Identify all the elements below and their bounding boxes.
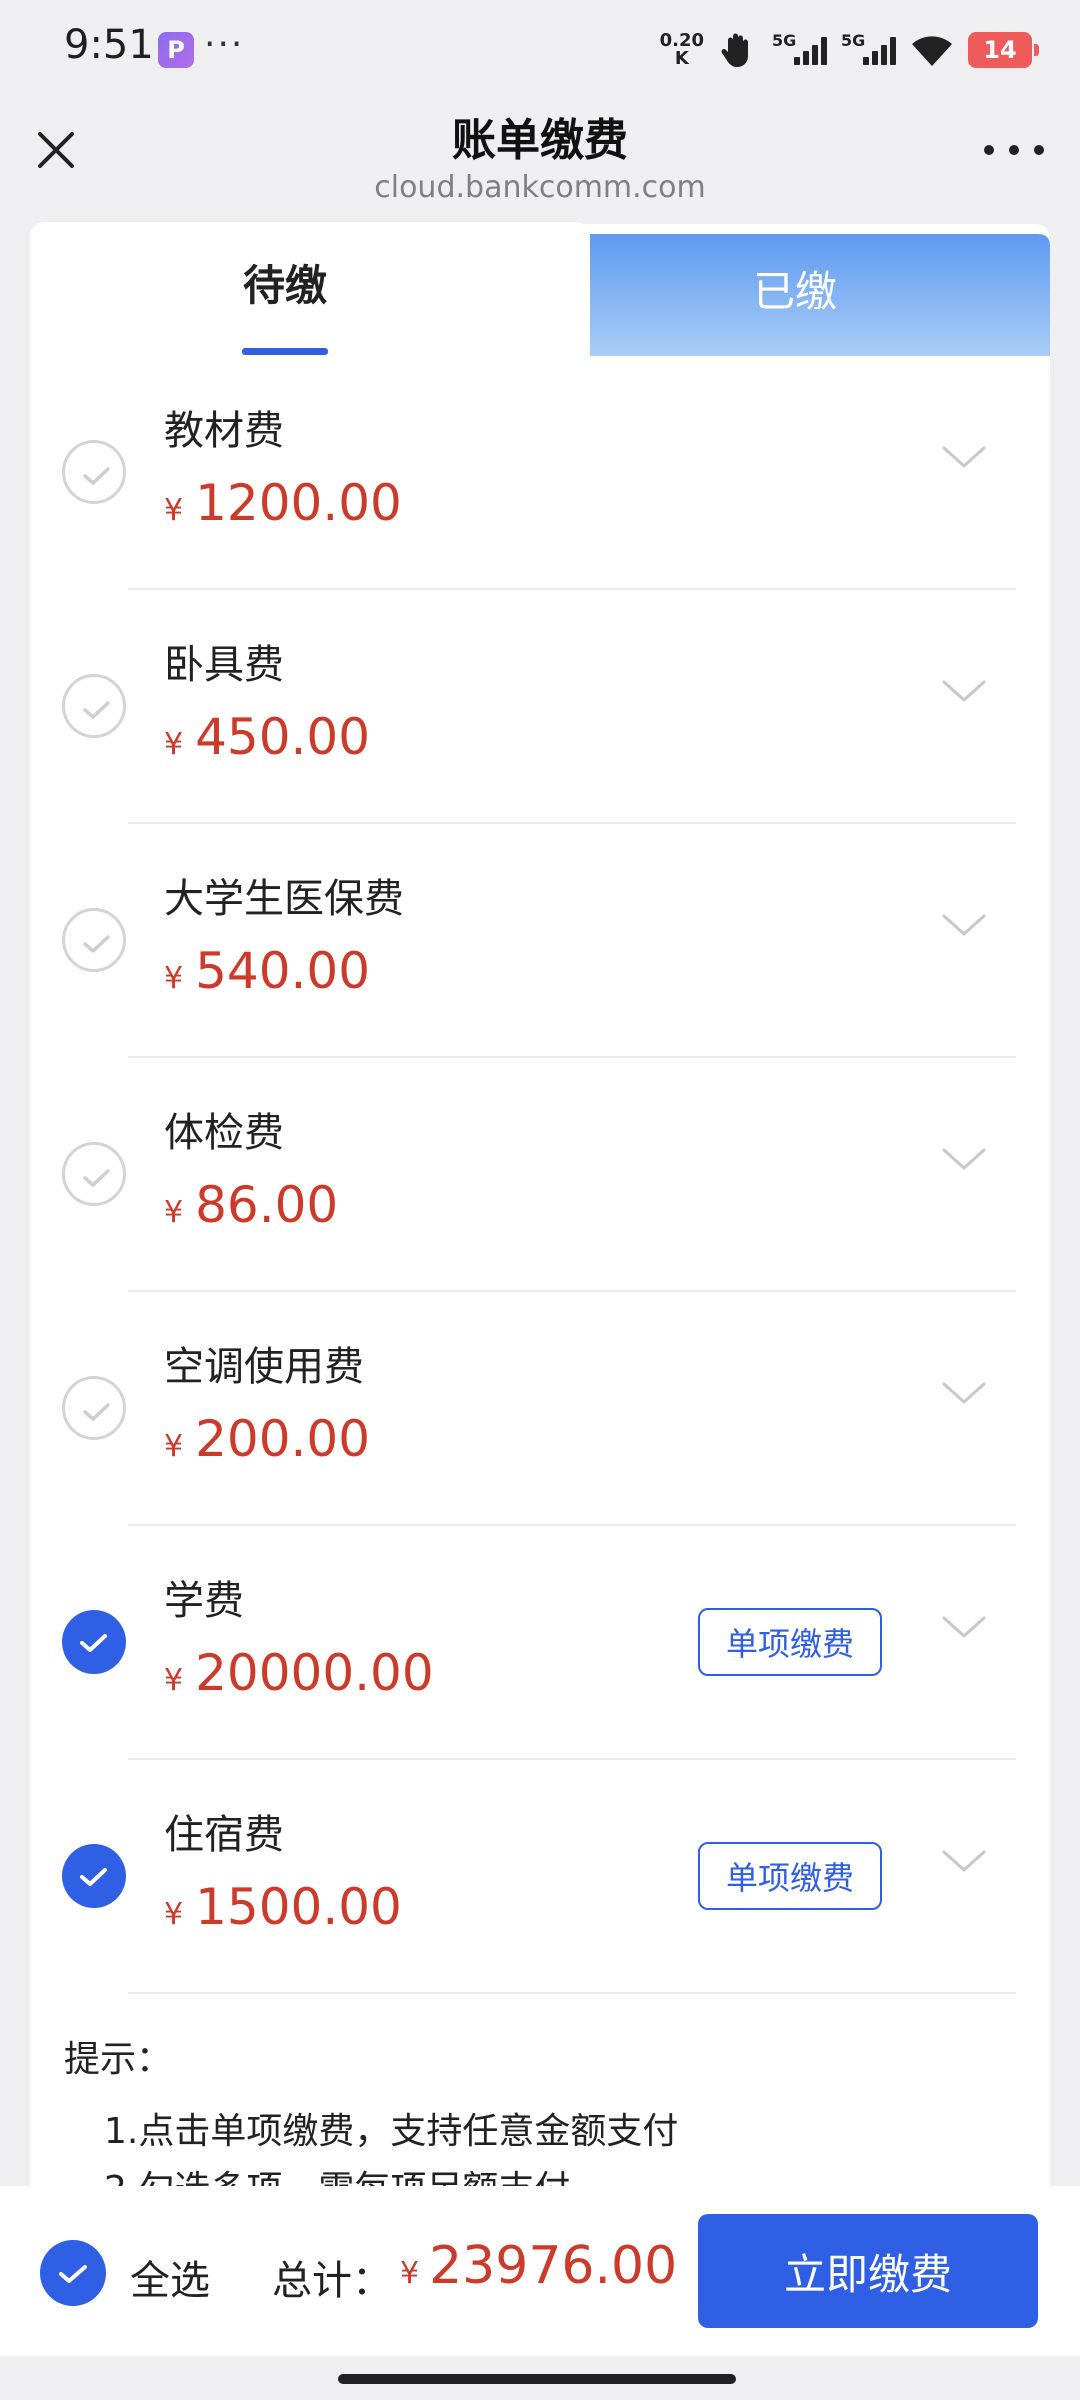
page-title: 账单缴费: [452, 115, 628, 166]
item-checkbox[interactable]: [62, 1844, 126, 1908]
tips-line-1: 1.点击单项缴费，支持任意金额支付: [104, 2111, 679, 2152]
network-speed: 0.20 K: [659, 30, 704, 69]
chevron-down-icon[interactable]: [938, 674, 990, 710]
item-amount: ¥450.00: [164, 708, 371, 766]
item-name: 大学生医保费: [164, 876, 404, 922]
more-notifications-icon: ···: [204, 24, 245, 65]
item-name: 卧具费: [164, 642, 284, 688]
list-item[interactable]: 空调使用费 ¥200.00: [30, 1292, 1050, 1526]
item-name: 住宿费: [164, 1812, 284, 1858]
signal-strength-icon-2: 5G: [841, 31, 896, 65]
item-amount: ¥20000.00: [164, 1644, 434, 1702]
item-checkbox[interactable]: [62, 674, 126, 738]
list-item[interactable]: 学费 ¥20000.00 单项缴费: [30, 1526, 1050, 1760]
check-icon: [80, 1868, 107, 1886]
list-item[interactable]: 体检费 ¥86.00: [30, 1058, 1050, 1292]
item-amount: ¥86.00: [164, 1176, 339, 1234]
status-bar: 9:51 P ··· 0.20 K 5G 5G 14: [0, 0, 1080, 96]
status-time: 9:51: [64, 22, 154, 68]
item-checkbox[interactable]: [62, 440, 126, 504]
home-indicator[interactable]: [338, 2374, 736, 2384]
check-icon: [59, 2265, 87, 2283]
divider: [128, 1992, 1016, 1994]
total-label: 总计：: [272, 2258, 392, 2304]
item-checkbox[interactable]: [62, 1376, 126, 1440]
check-icon: [83, 701, 110, 719]
wifi-icon: [912, 36, 952, 66]
check-icon: [80, 1634, 107, 1652]
item-name: 空调使用费: [164, 1344, 364, 1390]
item-checkbox[interactable]: [62, 1610, 126, 1674]
item-name: 学费: [164, 1578, 244, 1624]
chevron-down-icon[interactable]: [938, 1610, 990, 1646]
chevron-down-icon[interactable]: [938, 908, 990, 944]
check-icon: [83, 467, 110, 485]
item-name: 教材费: [164, 408, 284, 454]
chevron-down-icon[interactable]: [938, 1142, 990, 1178]
signal-strength-icon: 5G: [772, 31, 827, 65]
page-url: cloud.bankcomm.com: [374, 170, 706, 205]
tab-pending-label: 待缴: [242, 261, 327, 310]
item-amount: ¥540.00: [164, 942, 371, 1000]
total-amount: ¥23976.00: [400, 2236, 678, 2296]
chevron-down-icon[interactable]: [938, 1844, 990, 1880]
item-checkbox[interactable]: [62, 1142, 126, 1206]
check-icon: [83, 1169, 110, 1187]
list-item[interactable]: 住宿费 ¥1500.00 单项缴费: [30, 1760, 1050, 1994]
tab-paid-label: 已缴: [752, 267, 837, 316]
pay-now-button[interactable]: 立即缴费: [698, 2214, 1038, 2328]
bill-item-list: 教材费 ¥1200.00 卧具费 ¥450.00 大学生医保费 ¥540.00: [30, 356, 1050, 1994]
tips-title: 提示：: [64, 2039, 173, 2080]
list-item[interactable]: 教材费 ¥1200.00: [30, 356, 1050, 590]
bottom-pay-bar: 全选 总计： ¥23976.00 立即缴费: [0, 2186, 1080, 2356]
notification-app-icon: P: [158, 32, 194, 68]
chevron-down-icon[interactable]: [938, 1376, 990, 1412]
active-tab-indicator: [242, 348, 328, 355]
header: 账单缴费 cloud.bankcomm.com: [0, 96, 1080, 226]
check-icon: [83, 935, 110, 953]
check-icon: [83, 1403, 110, 1421]
single-pay-button[interactable]: 单项缴费: [698, 1842, 882, 1910]
list-item[interactable]: 卧具费 ¥450.00: [30, 590, 1050, 824]
chevron-down-icon[interactable]: [938, 440, 990, 476]
select-all-checkbox[interactable]: [40, 2240, 106, 2306]
list-item[interactable]: 大学生医保费 ¥540.00: [30, 824, 1050, 1058]
item-amount: ¥1200.00: [164, 474, 402, 532]
single-pay-button[interactable]: 单项缴费: [698, 1608, 882, 1676]
item-amount: ¥1500.00: [164, 1878, 402, 1936]
item-name: 体检费: [164, 1110, 284, 1156]
item-amount: ¥200.00: [164, 1410, 371, 1468]
battery-icon: 14: [968, 32, 1039, 68]
select-all-label[interactable]: 全选: [130, 2248, 210, 2306]
more-options-icon[interactable]: [984, 138, 1044, 162]
hand-icon: [721, 33, 748, 67]
item-checkbox[interactable]: [62, 908, 126, 972]
